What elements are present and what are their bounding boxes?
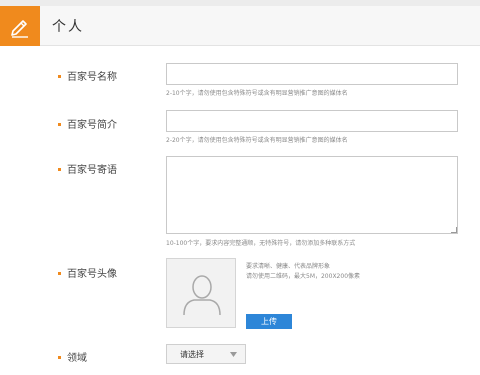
textarea-resize-handle[interactable] bbox=[451, 227, 457, 233]
required-dot bbox=[58, 271, 61, 275]
required-dot bbox=[58, 74, 61, 78]
section-header: 个人 bbox=[0, 6, 480, 46]
domain-select-value: 请选择 bbox=[180, 350, 204, 359]
upload-button[interactable]: 上传 bbox=[246, 314, 292, 329]
avatar-preview bbox=[166, 258, 236, 328]
required-dot bbox=[58, 355, 61, 359]
motto-textarea[interactable] bbox=[166, 156, 458, 234]
intro-hint: 2-20个字，请勿使用包含特殊符号或含有明显营销推广意图的媒体名 bbox=[166, 137, 348, 144]
motto-label-text: 百家号寄语 bbox=[67, 165, 117, 176]
intro-input[interactable] bbox=[166, 110, 458, 132]
intro-label: 百家号简介 bbox=[58, 116, 117, 131]
required-dot bbox=[58, 122, 61, 126]
name-label-text: 百家号名称 bbox=[67, 72, 117, 83]
intro-label-text: 百家号简介 bbox=[67, 120, 117, 131]
avatar-label-text: 百家号头像 bbox=[67, 269, 117, 280]
avatar-label: 百家号头像 bbox=[58, 265, 117, 280]
domain-label-text: 领域 bbox=[67, 353, 87, 364]
motto-hint: 10-100个字，要求内容完整通顺，无特殊符号，请勿添加多种联系方式 bbox=[166, 240, 356, 247]
page-title: 个人 bbox=[52, 19, 84, 35]
avatar-placeholder-icon bbox=[183, 275, 221, 316]
domain-label: 领域 bbox=[58, 349, 87, 364]
name-input[interactable] bbox=[166, 63, 458, 85]
motto-label: 百家号寄语 bbox=[58, 161, 117, 176]
avatar-requirement-2: 请勿使用二维码，最大5M，200X200像素 bbox=[246, 273, 361, 280]
avatar-requirement-1: 要求清晰、健康、代表品牌形象 bbox=[246, 263, 331, 270]
name-hint: 2-10个字，请勿使用包含特殊符号或含有明显营销推广意图的媒体名 bbox=[166, 90, 348, 97]
pencil-icon bbox=[0, 6, 40, 46]
name-label: 百家号名称 bbox=[58, 68, 117, 83]
required-dot bbox=[58, 167, 61, 171]
chevron-down-icon bbox=[230, 352, 237, 357]
domain-select[interactable]: 请选择 bbox=[166, 344, 246, 364]
